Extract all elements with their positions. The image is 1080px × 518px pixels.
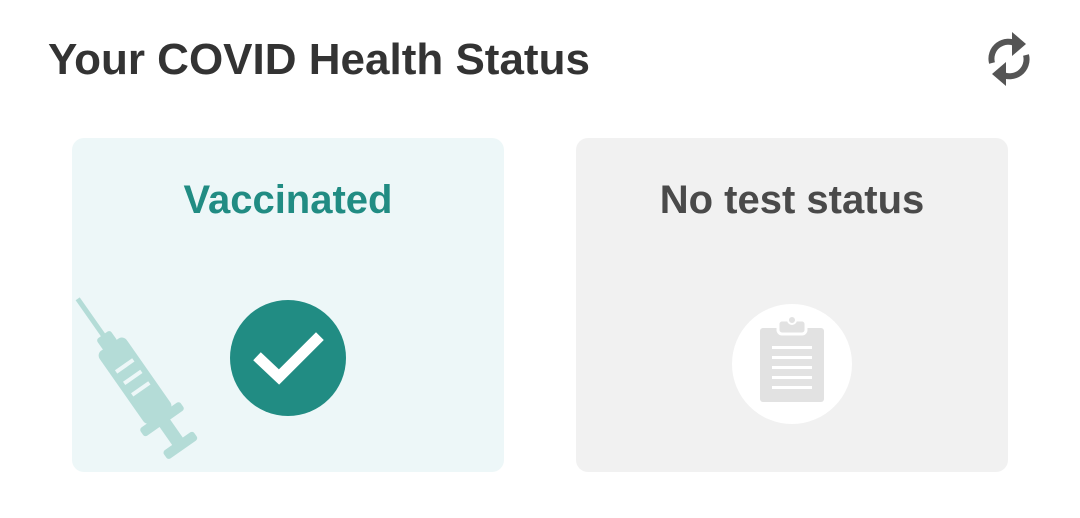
refresh-icon [988, 32, 1030, 86]
syringe-icon [75, 297, 198, 459]
clipboard-icon [732, 304, 852, 424]
check-circle-icon [230, 300, 346, 416]
test-status-card[interactable]: No test status [576, 138, 1008, 472]
refresh-button[interactable] [978, 28, 1040, 90]
vaccination-status-card[interactable]: Vaccinated [72, 138, 504, 472]
header: Your COVID Health Status [0, 0, 1080, 120]
vaccination-status-title: Vaccinated [183, 178, 393, 222]
test-status-title: No test status [659, 178, 925, 222]
page-title: Your COVID Health Status [48, 35, 590, 84]
